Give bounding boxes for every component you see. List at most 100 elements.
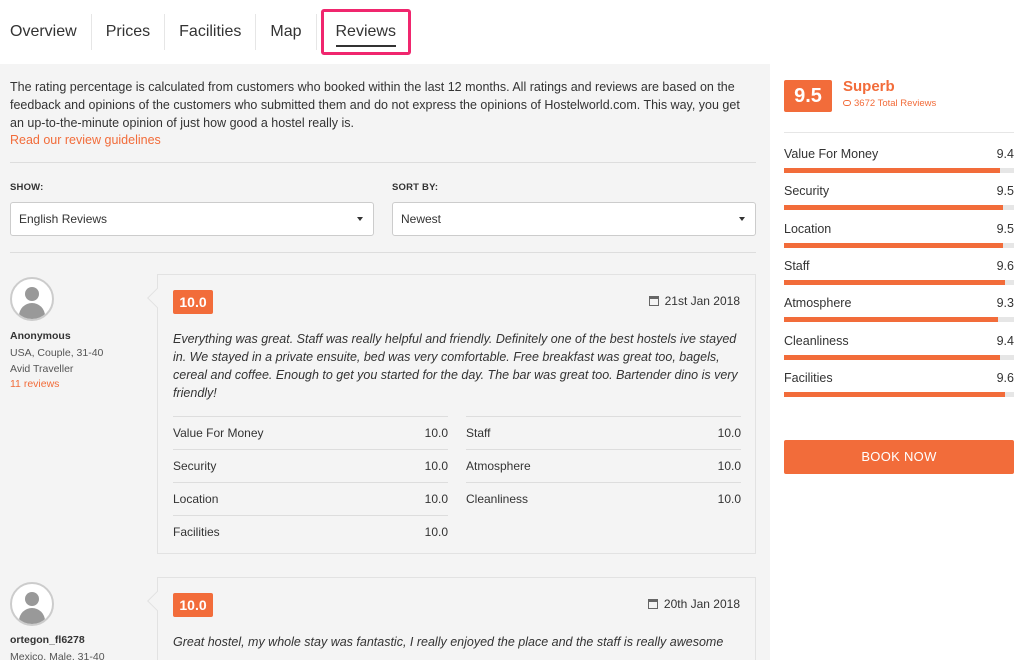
rating-word: Superb [843, 78, 895, 95]
reviewer-name: Anonymous [10, 330, 71, 342]
caret-down-icon [739, 217, 745, 221]
tab-map[interactable]: Map [256, 14, 317, 50]
review-text: Great hostel, my whole stay was fantasti… [173, 635, 724, 649]
sub-rating: Cleanliness 10.0 [466, 482, 741, 515]
review-date: 20th Jan 2018 [647, 597, 740, 611]
rating-summary: 9.5 Superb 3672 Total Reviews Value For … [770, 64, 1024, 660]
sub-rating-label: Staff [466, 426, 491, 440]
intro-text: The rating percentage is calculated from… [10, 80, 740, 130]
show-select-value: English Reviews [19, 212, 108, 226]
tab-bar: Overview Prices Facilities Map Reviews [0, 0, 1024, 64]
sub-rating-value: 10.0 [717, 492, 741, 506]
reviewer-details: Mexico, Male, 31-40 [10, 651, 105, 660]
card-notch [147, 591, 167, 611]
category-bar [784, 168, 1014, 173]
show-label: SHOW: [10, 182, 44, 193]
comment-icon [843, 100, 851, 106]
sub-rating-label: Location [173, 492, 219, 506]
category-value: 9.3 [996, 296, 1014, 311]
sub-rating-value: 10.0 [424, 525, 448, 539]
user-icon-body [19, 303, 45, 319]
category-value: 9.5 [996, 221, 1014, 236]
category-bar [784, 242, 1014, 248]
category-bar-fill [784, 391, 1005, 397]
sub-rating-value: 10.0 [717, 426, 741, 440]
tab-facilities[interactable]: Facilities [165, 14, 257, 50]
review-card: 10.0 20th Jan 2018 Great hostel, my whol… [147, 577, 756, 660]
overall-score: 9.5 [784, 80, 832, 112]
user-icon [25, 592, 39, 606]
calendar-icon [648, 296, 659, 306]
category-bar-fill [784, 354, 1001, 360]
user-icon [25, 287, 39, 301]
category-bar [784, 354, 1014, 360]
avatar [10, 277, 54, 321]
category-value: 9.6 [996, 370, 1014, 385]
reviewer-details: USA, Couple, 31-40 [10, 347, 104, 359]
review-date-text: 20th Jan 2018 [663, 597, 740, 611]
category-value: 9.6 [996, 258, 1014, 273]
sort-select-value: Newest [401, 212, 442, 226]
sort-label: SORT BY: [392, 182, 439, 193]
sort-select[interactable]: Newest [392, 202, 756, 236]
category-bar [784, 279, 1014, 285]
category-label: Staff [784, 258, 810, 273]
sub-rating: Value For Money 10.0 [173, 416, 448, 449]
sub-rating-label: Value For Money [173, 426, 264, 440]
total-reviews-text: 3672 Total Reviews [854, 98, 937, 109]
sub-rating-label: Facilities [173, 525, 220, 539]
sub-rating-value: 10.0 [424, 426, 448, 440]
user-icon-body [19, 608, 45, 624]
total-reviews[interactable]: 3672 Total Reviews [843, 98, 936, 109]
category-value: 9.4 [996, 333, 1014, 348]
sub-rating: Staff 10.0 [466, 416, 741, 449]
category-bar-fill [784, 317, 998, 323]
card-notch [147, 288, 167, 308]
book-now-button[interactable]: BOOK NOW [784, 440, 1014, 474]
review-card: 10.0 21st Jan 2018 Everything was great.… [147, 274, 756, 554]
category-label: Location [784, 221, 832, 236]
show-select[interactable]: English Reviews [10, 202, 374, 236]
divider [10, 162, 756, 163]
category-value: 9.5 [996, 184, 1014, 199]
review-text: Everything was great. Staff was really h… [173, 332, 738, 400]
tab-reviews[interactable]: Reviews [320, 9, 411, 55]
review-date: 21st Jan 2018 [648, 294, 740, 308]
tab-overview[interactable]: Overview [0, 14, 92, 50]
sub-rating: Atmosphere 10.0 [466, 449, 741, 482]
tab-prices[interactable]: Prices [92, 14, 166, 50]
reviewer-level: Avid Traveller [10, 363, 74, 375]
category-bar-fill [784, 168, 1001, 173]
tab-reviews-label: Reviews [335, 23, 396, 47]
sub-rating-value: 10.0 [424, 492, 448, 506]
category-bar [784, 391, 1014, 397]
category-label: Atmosphere [784, 296, 852, 311]
review-date-text: 21st Jan 2018 [664, 294, 740, 308]
sub-rating-label: Security [173, 459, 217, 473]
sub-rating-label: Atmosphere [466, 459, 531, 473]
review-score-badge: 10.0 [173, 593, 213, 617]
caret-down-icon [357, 217, 363, 221]
category-bar-fill [784, 279, 1005, 285]
divider [10, 252, 756, 253]
category-bar [784, 317, 1014, 323]
sub-rating-value: 10.0 [717, 459, 741, 473]
category-label: Cleanliness [784, 333, 849, 348]
sub-rating: Location 10.0 [173, 482, 448, 515]
review-guidelines-link[interactable]: Read our review guidelines [10, 133, 161, 147]
sub-rating: Security 10.0 [173, 449, 448, 482]
category-bar [784, 205, 1014, 211]
sub-rating-label: Cleanliness [466, 492, 529, 506]
reviewer-name: ortegon_fl6278 [10, 634, 85, 646]
avatar [10, 582, 54, 626]
calendar-icon [647, 599, 658, 609]
category-bar-fill [784, 205, 1003, 211]
category-label: Value For Money [784, 147, 879, 161]
reviews-panel: The rating percentage is calculated from… [0, 64, 770, 660]
sub-rating-value: 10.0 [424, 459, 448, 473]
category-value: 9.4 [996, 147, 1014, 161]
category-label: Facilities [784, 370, 833, 385]
category-bar-fill [784, 242, 1003, 248]
sub-rating: Facilities 10.0 [173, 515, 448, 548]
reviewer-review-count[interactable]: 11 reviews [10, 378, 59, 390]
